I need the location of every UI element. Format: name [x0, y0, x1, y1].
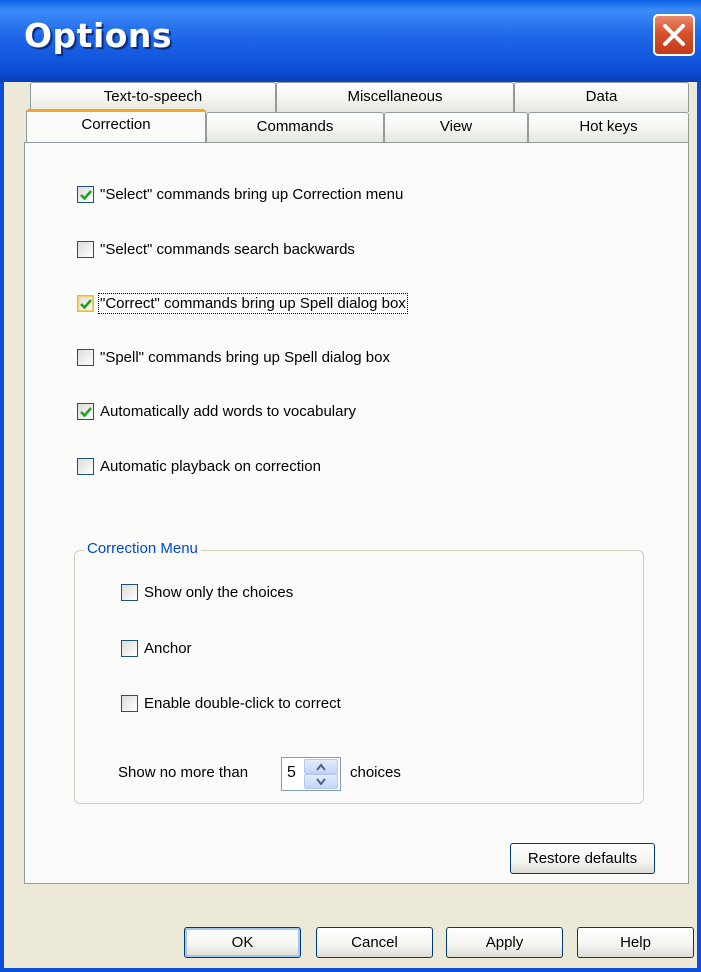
option-label: Show only the choices [144, 583, 294, 601]
checkbox[interactable] [121, 694, 138, 712]
tab-miscellaneous[interactable]: Miscellaneous [276, 82, 514, 112]
option-select-correction-menu[interactable]: "Select" commands bring up Correction me… [77, 184, 403, 204]
checkbox[interactable] [121, 639, 138, 657]
option-label: "Spell" commands bring up Spell dialog b… [100, 348, 390, 366]
spinner-down-button[interactable] [304, 774, 338, 789]
tab-view[interactable]: View [384, 112, 528, 142]
choices-suffix-label: choices [350, 764, 401, 781]
option-show-only-choices[interactable]: Show only the choices [121, 582, 293, 602]
button-label: Cancel [351, 934, 398, 951]
option-label: Automatically add words to vocabulary [100, 402, 356, 420]
button-label: Help [620, 934, 651, 951]
button-label: Apply [485, 934, 524, 951]
arrow-down-icon [316, 778, 326, 786]
option-double-click-correct[interactable]: Enable double-click to correct [121, 693, 341, 713]
option-select-search-backwards[interactable]: "Select" commands search backwards [77, 239, 355, 259]
tab-label: Hot keys [579, 118, 638, 135]
button-label: Restore defaults [527, 850, 638, 867]
limit-label: Show no more than [118, 764, 249, 781]
check-icon [80, 189, 92, 200]
group-legend: Correction Menu [84, 540, 201, 557]
option-spell-spell-dialog[interactable]: "Spell" commands bring up Spell dialog b… [77, 347, 390, 367]
tab-label: Data [585, 88, 618, 105]
tab-text-to-speech[interactable]: Text-to-speech [30, 82, 276, 112]
tab-data[interactable]: Data [514, 82, 689, 112]
option-label: Anchor [144, 639, 192, 657]
checkbox[interactable] [77, 348, 94, 366]
restore-defaults-button[interactable]: Restore defaults [510, 843, 655, 874]
close-icon [663, 24, 685, 46]
help-button[interactable]: Help [577, 927, 694, 958]
choices-spinner[interactable]: 5 [281, 757, 341, 791]
button-label: OK [231, 934, 254, 951]
option-auto-playback[interactable]: Automatic playback on correction [77, 456, 321, 476]
check-icon [80, 406, 92, 417]
option-anchor[interactable]: Anchor [121, 638, 192, 658]
checkbox[interactable] [121, 583, 138, 601]
tab-correction[interactable]: Correction [26, 109, 206, 142]
arrow-up-icon [316, 763, 326, 771]
option-label: Enable double-click to correct [144, 694, 341, 712]
option-correct-spell-dialog[interactable]: "Correct" commands bring up Spell dialog… [77, 292, 408, 314]
apply-button[interactable]: Apply [446, 927, 563, 958]
option-auto-add-words[interactable]: Automatically add words to vocabulary [77, 401, 356, 421]
tab-label: Commands [256, 118, 334, 135]
tab-label: Correction [81, 116, 151, 133]
checkbox[interactable] [77, 457, 94, 475]
option-label: "Select" commands bring up Correction me… [100, 185, 404, 203]
option-label: "Correct" commands bring up Spell dialog… [98, 292, 408, 314]
tab-commands[interactable]: Commands [206, 112, 384, 142]
option-label: Automatic playback on correction [100, 457, 321, 475]
close-button[interactable] [653, 14, 695, 56]
tab-label: Text-to-speech [103, 88, 203, 105]
choices-value[interactable]: 5 [287, 764, 296, 782]
window-title: Options [24, 16, 173, 55]
check-icon [80, 298, 92, 309]
checkbox[interactable] [77, 402, 94, 420]
tab-label: Miscellaneous [347, 88, 443, 105]
tab-hot-keys[interactable]: Hot keys [528, 112, 689, 142]
checkbox[interactable] [77, 294, 94, 312]
ok-button[interactable]: OK [184, 927, 301, 958]
spinner-up-button[interactable] [304, 759, 338, 774]
checkbox[interactable] [77, 240, 94, 258]
cancel-button[interactable]: Cancel [316, 927, 433, 958]
checkbox[interactable] [77, 185, 94, 203]
title-bar[interactable]: Options [0, 0, 701, 82]
option-label: "Select" commands search backwards [100, 240, 355, 258]
tab-label: View [439, 118, 473, 135]
